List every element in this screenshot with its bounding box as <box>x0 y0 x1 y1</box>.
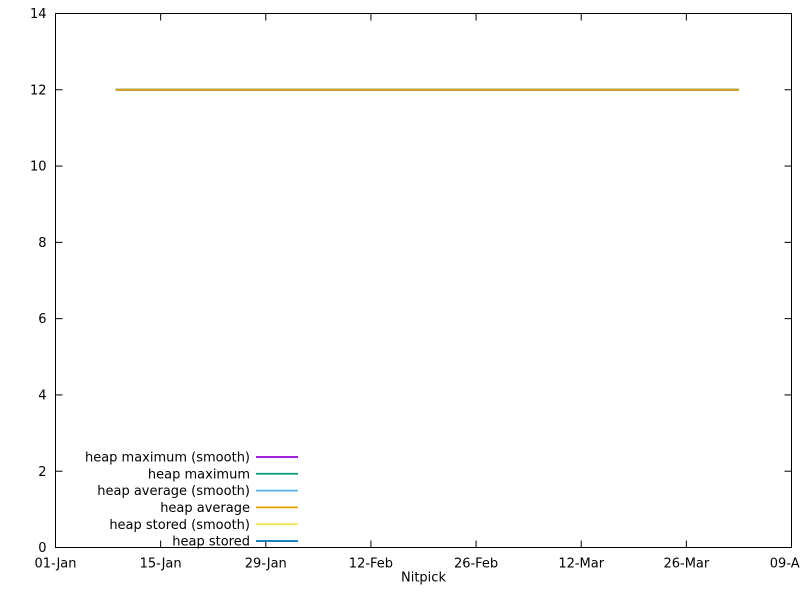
legend-label: heap average <box>160 501 250 516</box>
x-tick-label: 26-Mar <box>663 557 709 572</box>
legend-label: heap maximum <box>148 467 250 482</box>
x-axis-title: Nitpick <box>401 571 446 586</box>
y-tick-label: 8 <box>38 236 46 251</box>
x-tick-label: 09-Apr <box>770 557 800 572</box>
y-tick-label: 10 <box>30 160 47 175</box>
y-tick-label: 4 <box>38 388 46 403</box>
x-tick-label: 15-Jan <box>140 557 182 572</box>
y-tick-label: 6 <box>38 312 46 327</box>
legend-label: heap maximum (smooth) <box>85 451 250 466</box>
y-tick-label: 2 <box>38 465 46 480</box>
x-tick-label: 26-Feb <box>454 557 498 572</box>
plot-svg: 0 2 4 6 8 10 12 14 01-Jan 15-Jan 29-Jan 12-Feb 26-Fe… <box>30 7 800 586</box>
x-tick-label: 12-Mar <box>558 557 604 572</box>
legend-label: heap average (smooth) <box>97 484 250 499</box>
x-tick-label: 29-Jan <box>245 557 287 572</box>
chart: 0 2 4 6 8 10 12 14 01-Jan 15-Jan 29-Jan 12-Feb 26-Fe… <box>0 0 800 600</box>
legend-label: heap stored (smooth) <box>109 518 250 533</box>
x-tick-label: 01-Jan <box>35 557 77 572</box>
x-tick-label: 12-Feb <box>349 557 393 572</box>
y-tick-label: 12 <box>30 83 47 98</box>
y-tick-label: 0 <box>38 541 46 556</box>
y-tick-label: 14 <box>30 7 47 22</box>
legend-label: heap stored <box>172 535 250 550</box>
